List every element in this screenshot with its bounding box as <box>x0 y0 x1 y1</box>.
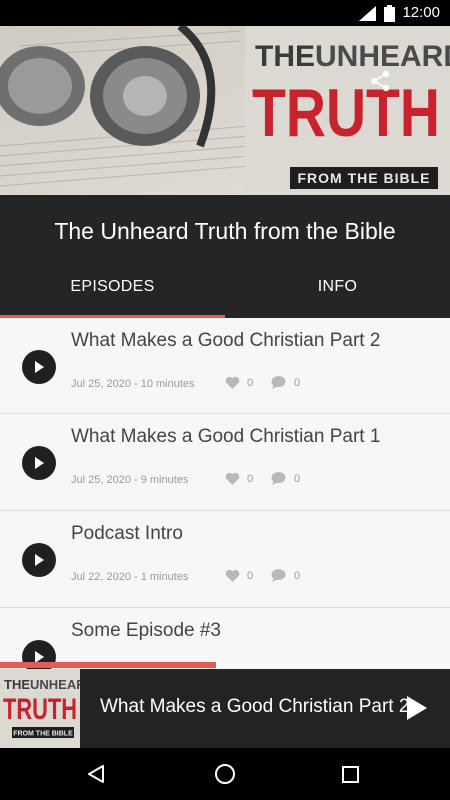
status-bar: 12:00 <box>0 0 450 26</box>
play-icon <box>35 361 44 373</box>
comment-count-value: 0 <box>294 473 301 485</box>
logo-line1: UNHEARD <box>315 40 450 73</box>
thumb-logo-line3: FROM THE BIBLE <box>13 731 73 738</box>
play-button[interactable] <box>22 446 56 480</box>
tab-info[interactable]: INFO <box>225 259 450 318</box>
like-count[interactable]: 0 <box>225 569 253 582</box>
now-playing-title: What Makes a Good Christian Part 2 <box>100 696 410 717</box>
heart-icon <box>225 376 240 389</box>
comment-count[interactable]: 0 <box>271 376 300 390</box>
episode-list: What Makes a Good Christian Part 2 Jul 2… <box>0 318 450 670</box>
play-icon <box>35 554 44 566</box>
recents-icon[interactable] <box>342 766 359 783</box>
artwork-image: THE UNHEARD TRUTH FROM THE BIBLE <box>0 26 450 195</box>
svg-text:TRUTH: TRUTH <box>252 75 440 151</box>
title-bar: The Unheard Truth from the Bible <box>0 195 450 259</box>
comment-count[interactable]: 0 <box>271 569 300 583</box>
like-count-value: 0 <box>247 376 254 389</box>
navigation-bar <box>0 748 450 800</box>
like-count[interactable]: 0 <box>225 472 253 485</box>
playback-progress-fill <box>0 662 216 668</box>
now-playing-artwork: THE UNHEARD TRUTH FROM THE BIBLE <box>0 669 80 748</box>
battery-icon <box>384 5 395 22</box>
episode-meta: Jul 22, 2020 - 1 minutes <box>71 571 189 583</box>
episode-title: What Makes a Good Christian Part 2 <box>71 330 381 351</box>
comment-icon <box>271 376 286 390</box>
heart-icon <box>225 472 240 485</box>
now-playing-bar[interactable]: THE UNHEARD TRUTH FROM THE BIBLE What Ma… <box>0 669 450 748</box>
like-count-value: 0 <box>247 569 254 582</box>
podcast-title: The Unheard Truth from the Bible <box>54 218 396 244</box>
play-icon[interactable] <box>406 695 428 721</box>
status-time: 12:00 <box>402 4 440 21</box>
svg-text:THE: THE <box>255 40 315 73</box>
play-button[interactable] <box>22 350 56 384</box>
list-item[interactable]: What Makes a Good Christian Part 2 Jul 2… <box>0 318 450 414</box>
like-count[interactable]: 0 <box>225 376 253 389</box>
episode-title: Some Episode #3 <box>71 620 221 641</box>
tab-bar: EPISODES INFO <box>0 259 450 318</box>
like-count-value: 0 <box>247 472 254 485</box>
thumb-logo-line2: TRUTH <box>3 693 77 726</box>
back-icon[interactable] <box>86 764 106 784</box>
episode-meta: Jul 25, 2020 - 10 minutes <box>71 378 195 390</box>
comment-icon <box>271 569 286 583</box>
thumb-logo-line1a: THE <box>4 677 30 692</box>
comment-count[interactable]: 0 <box>271 472 300 486</box>
comment-icon <box>271 472 286 486</box>
svg-text:UNHEARD: UNHEARD <box>30 677 80 692</box>
episode-meta: Jul 25, 2020 - 9 minutes <box>71 474 189 486</box>
home-icon[interactable] <box>214 763 236 785</box>
comment-count-value: 0 <box>294 570 301 582</box>
wifi-icon <box>359 6 376 21</box>
heart-icon <box>225 569 240 582</box>
svg-text:FROM THE BIBLE: FROM THE BIBLE <box>298 170 431 186</box>
list-item[interactable]: What Makes a Good Christian Part 1 Jul 2… <box>0 414 450 511</box>
share-icon[interactable] <box>369 70 391 92</box>
playback-progress[interactable] <box>0 662 450 668</box>
list-item[interactable]: Podcast Intro Jul 22, 2020 - 1 minutes 0… <box>0 511 450 608</box>
podcast-artwork: THE UNHEARD TRUTH FROM THE BIBLE <box>0 26 450 195</box>
tab-episodes[interactable]: EPISODES <box>0 259 225 318</box>
episode-title: Podcast Intro <box>71 523 183 544</box>
episode-title: What Makes a Good Christian Part 1 <box>71 426 381 447</box>
play-button[interactable] <box>22 543 56 577</box>
list-item[interactable]: Some Episode #3 <box>0 608 450 670</box>
play-icon <box>35 457 44 469</box>
comment-count-value: 0 <box>294 377 301 389</box>
